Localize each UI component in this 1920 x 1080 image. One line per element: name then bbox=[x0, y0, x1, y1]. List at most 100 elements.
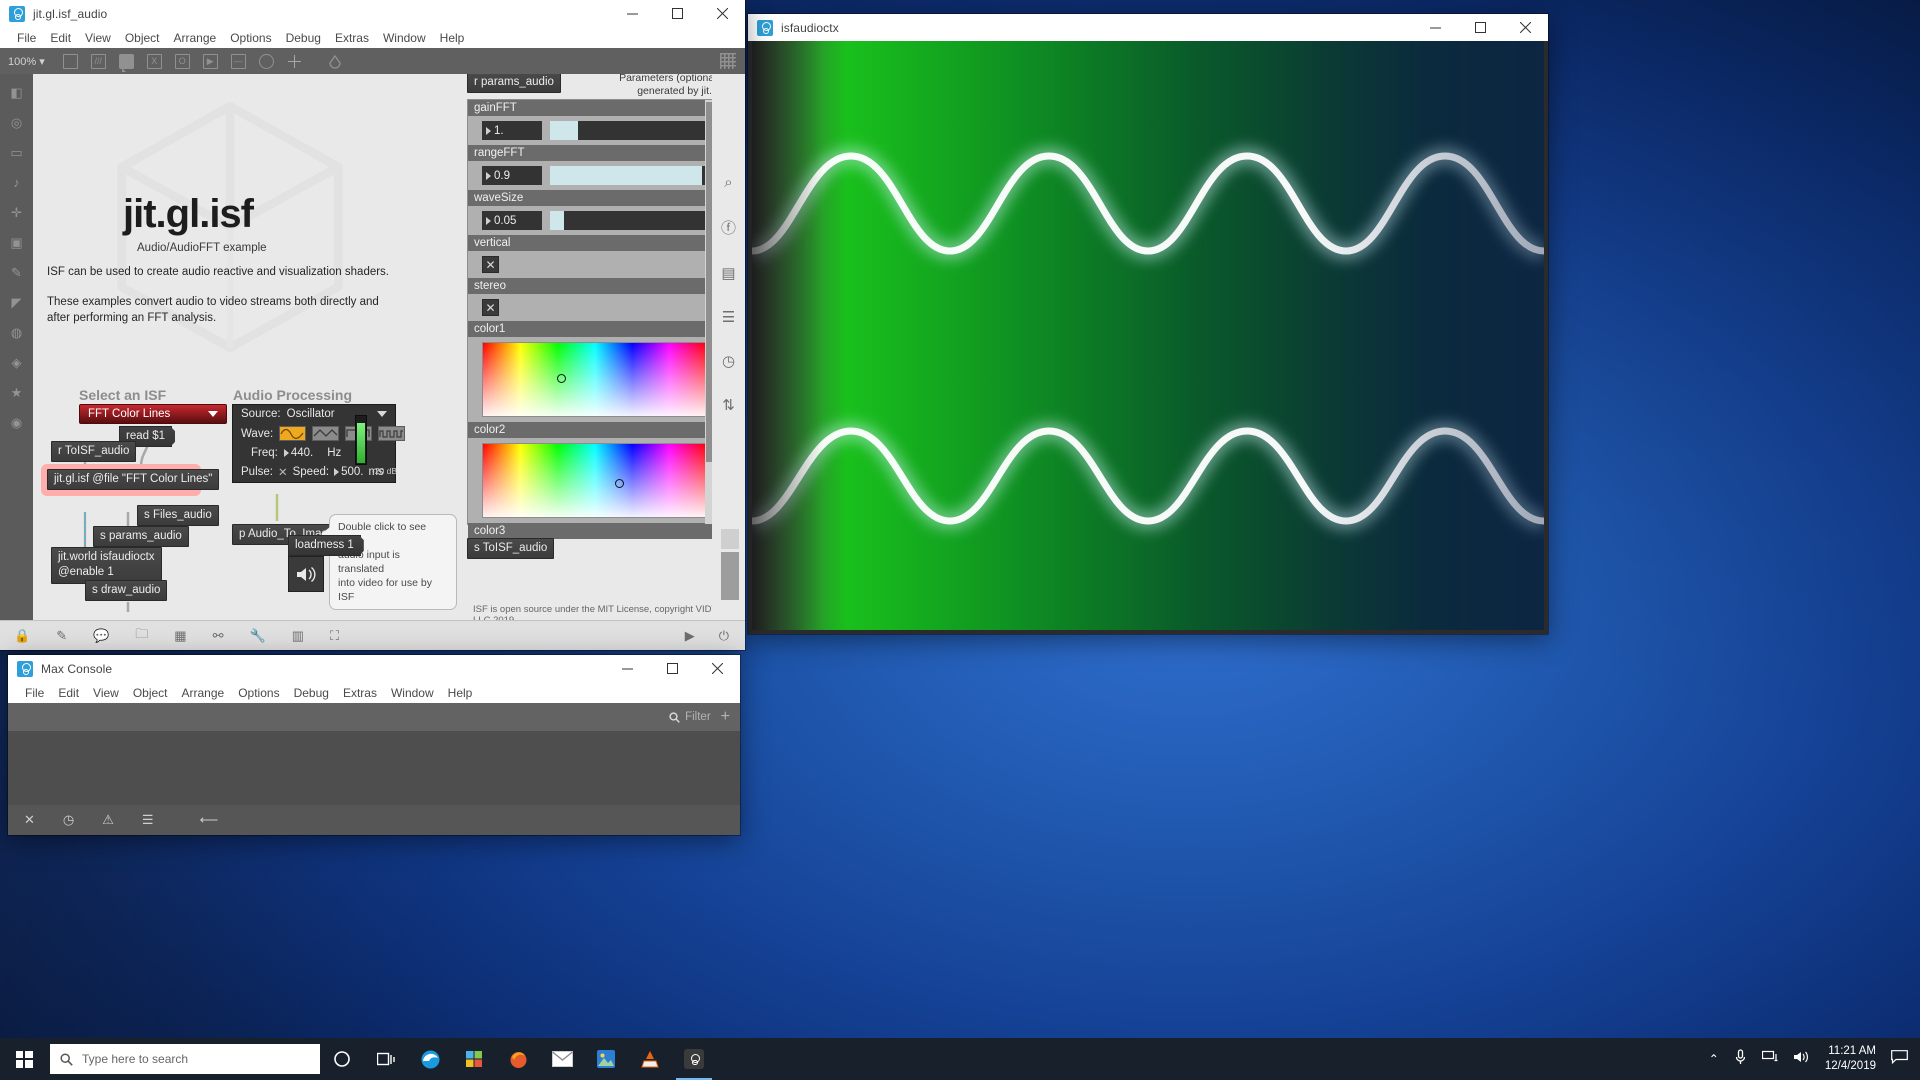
taskbar-clock[interactable]: 11:21 AM 12/4/2019 bbox=[1825, 1044, 1876, 1074]
edit-icon[interactable]: ✎ bbox=[56, 628, 67, 644]
globe-icon[interactable]: ◉ bbox=[8, 414, 25, 431]
menu-window[interactable]: Window bbox=[384, 684, 441, 702]
param-row-wavesize[interactable]: 0.05 bbox=[468, 206, 714, 235]
chevron-up-icon[interactable]: ⌃ bbox=[1709, 1052, 1719, 1066]
mixer-icon[interactable]: ▥ bbox=[292, 628, 304, 644]
wrench-icon[interactable]: 🔧 bbox=[250, 628, 266, 644]
close-button[interactable] bbox=[1503, 14, 1548, 41]
menu-debug[interactable]: Debug bbox=[287, 684, 336, 702]
max-console-window[interactable]: Max Console File Edit View Object Arrang… bbox=[8, 655, 740, 835]
edge-icon[interactable] bbox=[408, 1038, 452, 1080]
clock-icon[interactable] bbox=[258, 53, 274, 69]
grid-icon[interactable]: ▦ bbox=[174, 628, 186, 644]
isf-dropdown[interactable]: FFT Color Lines bbox=[79, 404, 227, 424]
color1-selector-dot[interactable] bbox=[556, 374, 566, 384]
system-tray[interactable]: ⌃ 11:21 AM 12/4/2019 bbox=[1709, 1044, 1920, 1074]
square-wave-icon[interactable] bbox=[378, 426, 406, 441]
patcher-window[interactable]: jit.gl.isf_audio File Edit View Object A… bbox=[0, 0, 745, 650]
comment-icon[interactable]: 💬 bbox=[93, 628, 109, 644]
menu-edit[interactable]: Edit bbox=[43, 29, 78, 47]
audio-speed-value-field[interactable]: 500. bbox=[334, 466, 363, 478]
param-color-picker-color2[interactable] bbox=[482, 443, 708, 518]
image-icon[interactable]: ▣ bbox=[8, 234, 25, 251]
folder-icon[interactable]: 🗀 bbox=[135, 625, 148, 647]
render-titlebar[interactable]: isfaudioctx bbox=[748, 14, 1548, 41]
pen-icon[interactable]: ✎ bbox=[8, 264, 25, 281]
object-r-toisf-audio[interactable]: r ToISF_audio bbox=[51, 441, 137, 462]
plus-icon[interactable] bbox=[287, 54, 302, 69]
arrow-left-icon[interactable]: ⟵ bbox=[200, 812, 219, 828]
vector-icon[interactable]: ◍ bbox=[8, 324, 25, 341]
param-value-rangefft[interactable]: 0.9 bbox=[482, 166, 542, 185]
console-menubar[interactable]: File Edit View Object Arrange Options De… bbox=[8, 682, 740, 703]
panel-icon[interactable]: ▤ bbox=[721, 264, 735, 282]
console-window-buttons[interactable] bbox=[605, 655, 740, 682]
search-input[interactable]: Type here to search bbox=[50, 1044, 320, 1074]
clear-icon[interactable]: ✕ bbox=[24, 812, 35, 828]
minimize-button[interactable] bbox=[605, 655, 650, 682]
help-icon[interactable]: ⓕ bbox=[721, 217, 736, 238]
firefox-icon[interactable] bbox=[496, 1038, 540, 1080]
param-toggle-stereo[interactable]: ✕ bbox=[482, 299, 499, 316]
windows-taskbar[interactable]: Type here to search ⌃ 11:21 AM 12/4/2019 bbox=[0, 1038, 1920, 1080]
patcher-canvas[interactable]: jit.gl.isf Audio/AudioFFT example ISF ca… bbox=[33, 74, 745, 650]
close-button[interactable] bbox=[700, 0, 745, 27]
sine-wave-icon[interactable] bbox=[279, 426, 307, 441]
audio-source-row[interactable]: Source: Oscillator bbox=[233, 405, 395, 423]
history-icon[interactable]: ◷ bbox=[63, 812, 74, 828]
object-r-params-audio[interactable]: r params_audio bbox=[467, 74, 561, 93]
volume-icon[interactable] bbox=[1793, 1050, 1810, 1069]
sliders-icon[interactable]: ⇅ bbox=[722, 396, 735, 414]
cortana-icon[interactable] bbox=[320, 1038, 364, 1080]
warning-icon[interactable]: ⚠ bbox=[102, 812, 114, 828]
note-icon[interactable]: ♪ bbox=[8, 174, 25, 191]
maximize-button[interactable] bbox=[655, 0, 700, 27]
comment-icon[interactable]: /// bbox=[90, 53, 106, 69]
palette-icon[interactable]: ◤ bbox=[8, 294, 25, 311]
list-icon[interactable]: ☰ bbox=[142, 812, 154, 828]
audio-freq-value-field[interactable]: 440. bbox=[283, 447, 313, 459]
audio-pulse-row[interactable]: Pulse: ✕ Speed: 500. ms bbox=[233, 462, 395, 482]
param-color-picker-color1[interactable] bbox=[482, 342, 708, 417]
menu-object[interactable]: Object bbox=[118, 29, 167, 47]
object-s-params-audio[interactable]: s params_audio bbox=[93, 526, 189, 547]
cube-icon[interactable]: ◧ bbox=[8, 84, 25, 101]
audio-freq-row[interactable]: Freq: 440. Hz bbox=[233, 444, 395, 462]
menu-options[interactable]: Options bbox=[231, 684, 286, 702]
color2-selector-dot[interactable] bbox=[615, 479, 625, 489]
console-bottom-bar[interactable]: ✕ ◷ ⚠ ☰ ⟵ bbox=[8, 805, 740, 835]
object-jit-world[interactable]: jit.world isfaudioctx @enable 1 bbox=[51, 547, 162, 584]
mini-slider-icon[interactable] bbox=[721, 552, 739, 600]
menu-extras[interactable]: Extras bbox=[336, 684, 384, 702]
message-loadmess[interactable]: loadmess 1 bbox=[288, 535, 361, 556]
menu-help[interactable]: Help bbox=[441, 684, 480, 702]
menu-view[interactable]: View bbox=[86, 684, 126, 702]
photos-icon[interactable] bbox=[584, 1038, 628, 1080]
patcher-left-rail[interactable]: ◧ ◎ ▭ ♪ ✛ ▣ ✎ ◤ ◍ ◈ ★ ◉ bbox=[0, 74, 33, 650]
star-icon[interactable]: ★ bbox=[8, 384, 25, 401]
param-row-color2[interactable] bbox=[468, 438, 714, 523]
patcher-right-rail[interactable]: ⌕ ⓕ ▤ ☰ ◷ ⇅ bbox=[712, 74, 745, 650]
menu-help[interactable]: Help bbox=[433, 29, 472, 47]
play-icon[interactable]: ▶ bbox=[685, 628, 695, 644]
isfaudioctx-window[interactable]: isfaudioctx bbox=[748, 14, 1548, 634]
button-o-icon[interactable]: O bbox=[174, 53, 190, 69]
notification-icon[interactable] bbox=[1891, 1049, 1908, 1069]
param-slider-wavesize[interactable] bbox=[550, 211, 708, 230]
search-icon[interactable]: ⌕ bbox=[724, 174, 732, 191]
patcher-titlebar[interactable]: jit.gl.isf_audio bbox=[0, 0, 745, 27]
menu-extras[interactable]: Extras bbox=[328, 29, 376, 47]
menu-file[interactable]: File bbox=[10, 29, 43, 47]
zoom-level[interactable]: 100% ▾ bbox=[8, 55, 45, 68]
console-titlebar[interactable]: Max Console bbox=[8, 655, 740, 682]
chevron-down-icon[interactable] bbox=[377, 411, 387, 417]
param-slider-gainfft[interactable] bbox=[550, 121, 708, 140]
microphone-icon[interactable] bbox=[1734, 1048, 1747, 1070]
param-value-wavesize[interactable]: 0.05 bbox=[482, 211, 542, 230]
start-button[interactable] bbox=[0, 1038, 48, 1080]
menu-view[interactable]: View bbox=[78, 29, 118, 47]
audio-pulse-toggle[interactable]: ✕ bbox=[278, 465, 288, 479]
menu-window[interactable]: Window bbox=[376, 29, 433, 47]
store-icon[interactable] bbox=[452, 1038, 496, 1080]
param-value-gainfft[interactable]: 1. bbox=[482, 121, 542, 140]
